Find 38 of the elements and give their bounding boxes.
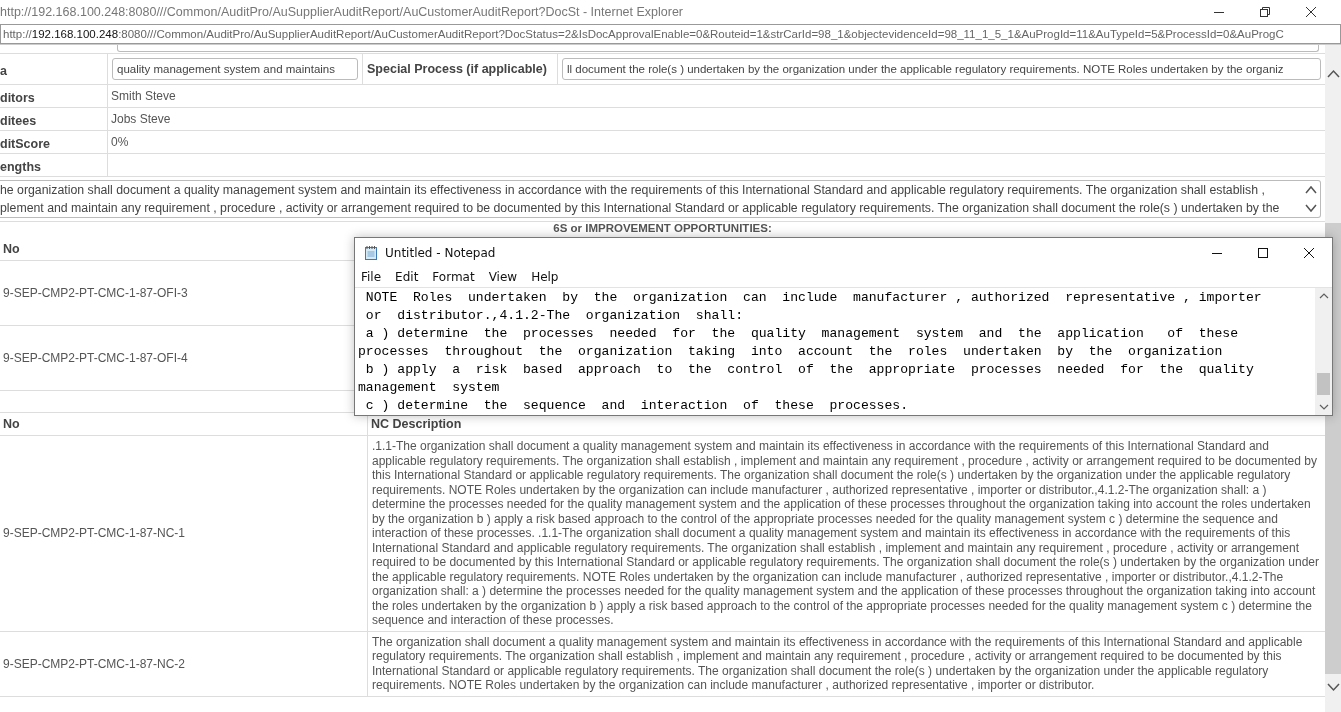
scroll-up-icon[interactable]: [1304, 185, 1318, 195]
field-value: Jobs Steve: [111, 112, 171, 126]
text-input[interactable]: quality management system and maintains: [112, 58, 358, 80]
table-cell: 9-SEP-CMP2-PT-CMC-1-87-NC-2: [0, 631, 368, 696]
scroll-down-icon[interactable]: [1304, 203, 1318, 213]
scroll-down-icon[interactable]: [1317, 402, 1330, 412]
maximize-icon[interactable]: [1257, 246, 1269, 259]
table-cell-text: The organization shall document a quality management system and maintain its effectiveness in accordance with the requirements of this International Standard and applicable regulatory requirements. The organization shall establish , implement and maintain any requirement , procedure , activity or arrangement required to be documented by this International Standard or applicable regulatory requirements. The organization shall document the role(s ) undertaken by the organization under the applicable regulatory requirements. NOTE Roles undertaken by the organization can include manufacturer , authorized representative , importer or distributor.: [371, 633, 1304, 694]
text-input[interactable]: ll document the role(s ) undertaken by the organization under the applicable regulatory requirements. NOTE Roles undertaken by the organiz: [562, 58, 1321, 80]
window-title: http://192.168.100.248:8080///Common/AuditPro/AuSupplierAuditReport/AuCustomerAuditReport?DocSt - Internet Explorer: [0, 5, 684, 19]
table-cell: 9-SEP-CMP2-PT-CMC-1-87-NC-1: [0, 436, 368, 631]
column-header: NC Description: [370, 416, 463, 433]
menu-item[interactable]: Help: [531, 270, 559, 284]
close-icon[interactable]: [1303, 246, 1315, 259]
scroll-up-icon[interactable]: [1317, 291, 1330, 301]
text-area[interactable]: he organization shall document a quality management system and maintain its effectiveness in accordance with the requirements of this International Standard and applicable regulatory requirements. The organization shall establish , plement and maintain any requirement , procedure , activity or arrangement required to be documented by this International Standard or applicable regulatory requirements. The organization shall document the role(s ) undertaken by the: [0, 180, 1321, 218]
field-label: engths: [0, 154, 108, 176]
field-label: ditors: [0, 85, 108, 107]
notepad-icon: [363, 244, 379, 261]
field-label: ditScore: [0, 131, 108, 153]
window-title: Untitled - Notepad: [385, 245, 496, 260]
scroll-down-icon[interactable]: [1325, 682, 1341, 692]
table-cell-text: .1.1-The organization shall document a quality management system and maintain its effectiveness in accordance with the requirements of this International Standard and applicable regulatory requirements. The organization shall establish , implement and maintain any requirement , procedure , activity or arrangement required to be documented by this International Standard or applicable regulatory requirements. The organization shall document the role(s ) undertaken by the organization under the applicable regulatory requirements. NOTE Roles undertaken by the organization can include manufacturer , authorized representative , importer or distributor.,4.1.2-The organization shall: a ) determine the processes needed for the quality management system and the application of these processes throughout the organization taking into account the roles undertaken by the organization b ) apply a risk based approach to the control of the appropriate processes needed for the quality management system c ) determine the sequence and interaction of these processes. .1.1-The organization shall document a quality management system and maintain its effectiveness in accordance with the requirements of this International Standard and applicable regulatory requirements. The organization shall establish , implement and maintain any requirement , procedure , activity or arrangement required to be documented by this International Standard or applicable regulatory requirements. The organization shall document the role(s ) undertaken by the organization under the applicable regulatory requirements. NOTE Roles undertaken by the organization can include manufacturer , authorized representative , importer or distributor.,4.1.2-The organization shall: a ) determine the processes needed for the quality management system and the application of these processes throughout the organization taking into account the roles undertaken by the organization b ) apply a risk based approach to the control of the appropriate processes needed for the quality management system c ) determine the sequence and interaction of these processes.: [371, 438, 1321, 629]
section-heading: 6S or IMPROVEMENT OPPORTUNITIES:: [553, 222, 772, 234]
field-label: a: [0, 54, 108, 84]
field-label: ditees: [0, 108, 108, 130]
restore-icon[interactable]: [1259, 6, 1271, 18]
field-value: 0%: [111, 135, 129, 149]
menu-item[interactable]: View: [488, 270, 518, 284]
menu-item[interactable]: Format: [432, 270, 475, 284]
close-icon[interactable]: [1305, 6, 1317, 18]
field-label: Special Process (if applicable): [363, 54, 558, 84]
field-value: Smith Steve: [111, 89, 176, 103]
menu-item[interactable]: File: [361, 270, 382, 284]
text-editor[interactable]: NOTE Roles undertaken by the organization can include manufacturer , authorized representative , importer or distributor.,4.1.2-The organization shall: a ) determine the processes needed for the quality management system and the application of these processes throughout the organization taking into account the roles undertaken by the organization b ) apply a risk based approach to the control of the appropriate processes needed for the quality management system c ) determine the sequence and interaction of these processes.: [355, 288, 1315, 415]
address-field[interactable]: http://192.168.100.248:8080///Common/AuditPro/AuSupplierAuditReport/AuCustomerAuditReport?DocStatus=2&IsDocApprovalEnable=0&Routeid=1&strCarId=98_1&objectevidenceId=98_11_1_5_1&AuProgId=11&AuTypeId=5&ProcessId=0&AuProgC: [0, 24, 1341, 44]
menu-item[interactable]: Edit: [395, 270, 419, 284]
scroll-up-icon[interactable]: [1325, 69, 1341, 79]
